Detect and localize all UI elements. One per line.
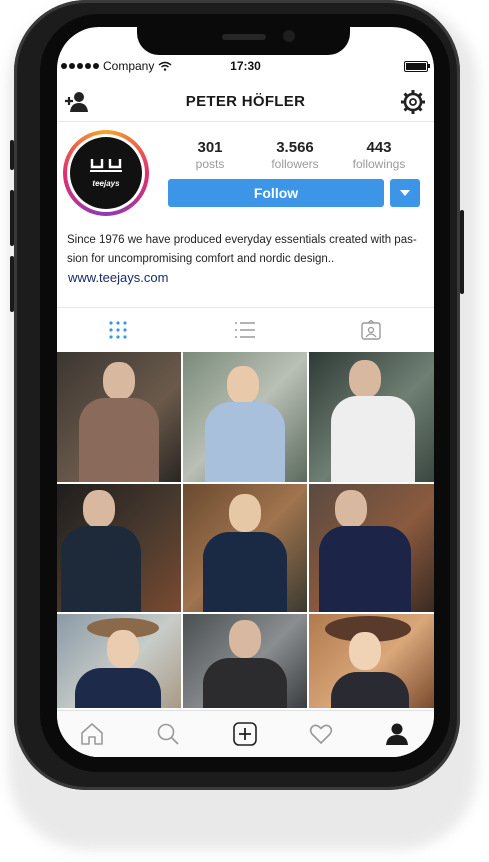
avatar[interactable]: teejays	[63, 130, 149, 216]
stat-label: followings	[352, 157, 406, 171]
bottom-nav	[57, 710, 434, 757]
stat-value: 443	[366, 139, 392, 156]
chevron-down-icon	[400, 190, 410, 196]
logo-text: teejays	[92, 179, 120, 188]
website-link[interactable]: www.teejays.com	[68, 270, 168, 285]
stat-value: 301	[197, 139, 223, 156]
bio-line: Since 1976 we have produced everyday ess…	[67, 234, 417, 246]
profile-tabs	[57, 307, 434, 353]
follow-options-button[interactable]	[390, 179, 420, 207]
photo-tile[interactable]	[57, 352, 181, 482]
tagged-icon[interactable]	[360, 320, 382, 340]
profile-icon[interactable]	[384, 721, 410, 747]
list-icon[interactable]	[234, 320, 256, 340]
status-bar: Company 17:30	[57, 57, 434, 77]
profile-header: PETER HÖFLER	[57, 85, 434, 122]
profile-bio: Since 1976 we have produced everyday ess…	[67, 231, 423, 269]
front-camera	[283, 30, 295, 42]
photo-grid	[57, 352, 434, 708]
stat-followings[interactable]: 443 followings	[344, 139, 414, 171]
photo-tile[interactable]	[183, 484, 307, 612]
heart-icon[interactable]	[308, 721, 334, 747]
home-icon[interactable]	[79, 721, 105, 747]
speaker	[222, 34, 266, 40]
profile-name: PETER HÖFLER	[185, 93, 306, 110]
volume-up-button	[10, 190, 14, 246]
photo-tile[interactable]	[57, 484, 181, 612]
photo-tile[interactable]	[57, 614, 181, 708]
mute-switch	[10, 140, 14, 170]
photo-tile[interactable]	[309, 484, 434, 612]
photo-tile[interactable]	[309, 614, 434, 708]
stat-posts[interactable]: 301 posts	[175, 139, 245, 171]
stat-value: 3.566	[276, 139, 314, 156]
battery-icon	[404, 61, 430, 72]
photo-tile[interactable]	[309, 352, 434, 482]
stat-label: followers	[271, 157, 319, 171]
photo-tile[interactable]	[183, 614, 307, 708]
add-post-icon[interactable]	[232, 721, 258, 747]
phone-screen: Company 17:30 PETER HÖFLER teejays 301 p…	[57, 27, 434, 757]
status-time: 17:30	[230, 59, 261, 73]
stat-label: posts	[195, 157, 225, 171]
grid-icon[interactable]	[107, 320, 129, 340]
stat-followers[interactable]: 3.566 followers	[260, 139, 330, 171]
search-icon[interactable]	[155, 721, 181, 747]
follow-button[interactable]: Follow	[168, 179, 384, 207]
notch	[137, 27, 350, 55]
brand-logo: teejays	[70, 137, 142, 209]
logo-mark-icon	[90, 159, 122, 172]
power-button	[460, 210, 464, 294]
volume-down-button	[10, 256, 14, 312]
bio-line: sion for uncompromising comfort and nord…	[67, 253, 335, 265]
gear-icon[interactable]	[400, 89, 426, 115]
photo-tile[interactable]	[183, 352, 307, 482]
